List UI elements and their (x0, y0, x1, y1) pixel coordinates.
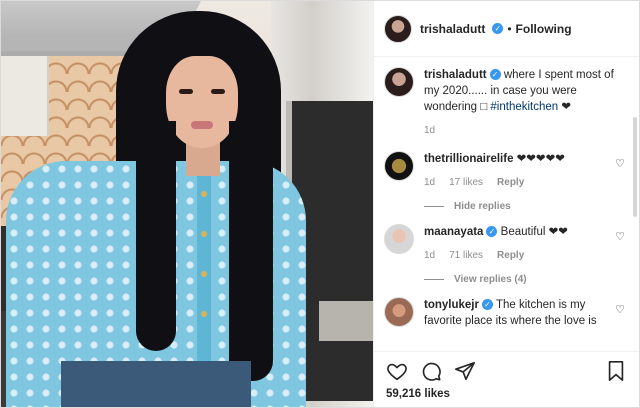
replies-line (424, 279, 444, 280)
comment: thetrillionairelife ❤❤❤❤❤ 1d 17 likes Re… (384, 151, 625, 191)
hashtag-link[interactable]: #inthekitchen (490, 101, 558, 113)
cabinet (1, 56, 49, 136)
verified-icon: ✓ (492, 23, 504, 34)
author-info: trishaladutt ✓ • Following (420, 22, 572, 36)
verified-icon: ✓ (489, 69, 501, 81)
scrollbar[interactable] (633, 117, 637, 217)
comment: tonylukejr ✓ The kitchen is my favorite p… (384, 297, 625, 329)
replies-toggle-label: Hide replies (454, 201, 511, 212)
share-icon[interactable] (454, 360, 476, 382)
view-replies-button[interactable]: View replies (4) (424, 274, 625, 285)
fridge-handle (319, 301, 373, 341)
author-username[interactable]: trishaladutt (420, 22, 485, 36)
commenter-avatar[interactable] (384, 224, 414, 254)
caption-emoji: ❤ (558, 101, 572, 113)
comment-username[interactable]: maanayata (424, 226, 483, 238)
comment-like-heart-icon[interactable]: ♡ (615, 157, 625, 170)
comment-username[interactable]: thetrillionairelife (424, 153, 513, 165)
caption: trishaladutt ✓ where I spent most of my 2… (384, 67, 625, 139)
comment-time[interactable]: 1d (424, 248, 435, 264)
post-side-panel: trishaladutt ✓ • Following trishaladutt ✓… (373, 1, 639, 407)
comment-likes[interactable]: 71 likes (449, 248, 483, 264)
jeans (61, 361, 251, 407)
sweater-button (201, 311, 207, 317)
verified-icon: ✓ (486, 226, 498, 238)
comment-text: Beautiful ❤❤ (497, 226, 568, 238)
reply-button[interactable]: Reply (497, 248, 524, 264)
instagram-post: trishaladutt ✓ • Following trishaladutt ✓… (0, 0, 640, 408)
sweater-button (201, 191, 207, 197)
post-header: trishaladutt ✓ • Following (374, 1, 639, 57)
caption-username[interactable]: trishaladutt (424, 69, 487, 81)
like-heart-icon[interactable] (386, 360, 408, 382)
hair-strand (136, 121, 176, 351)
lips (191, 121, 213, 129)
face (166, 56, 238, 148)
likes-count[interactable]: 59,216 likes (386, 388, 627, 400)
eye (179, 89, 193, 94)
replies-line (424, 206, 444, 207)
comments-list[interactable]: trishaladutt ✓ where I spent most of my 2… (374, 57, 639, 351)
comment-icon[interactable] (420, 360, 442, 382)
hide-replies-button[interactable]: Hide replies (424, 201, 625, 212)
comment-like-heart-icon[interactable]: ♡ (615, 303, 625, 316)
comment-time[interactable]: 1d (424, 175, 435, 191)
commenter-avatar[interactable] (384, 297, 414, 327)
bookmark-icon[interactable] (605, 360, 627, 382)
sweater-button (201, 231, 207, 237)
comment: maanayata ✓ Beautiful ❤❤ 1d 71 likes Repl… (384, 224, 625, 264)
hair-strand (229, 121, 273, 381)
comment-username[interactable]: tonylukejr (424, 299, 479, 311)
separator-dot: • (507, 21, 512, 36)
comment-likes[interactable]: 17 likes (449, 175, 483, 191)
commenter-avatar[interactable] (384, 151, 414, 181)
caption-avatar[interactable] (384, 67, 414, 97)
following-button[interactable]: Following (516, 22, 572, 36)
sweater-button (201, 271, 207, 277)
post-actions: 59,216 likes (374, 351, 639, 407)
eye (211, 89, 225, 94)
replies-toggle-label: View replies (4) (454, 274, 527, 285)
caption-time[interactable]: 1d (424, 123, 435, 139)
verified-icon: ✓ (481, 299, 493, 311)
reply-button[interactable]: Reply (497, 175, 524, 191)
comment-text: ❤❤❤❤❤ (513, 153, 565, 165)
author-avatar[interactable] (384, 14, 412, 43)
comment-like-heart-icon[interactable]: ♡ (615, 230, 625, 243)
post-photo[interactable] (1, 1, 373, 407)
